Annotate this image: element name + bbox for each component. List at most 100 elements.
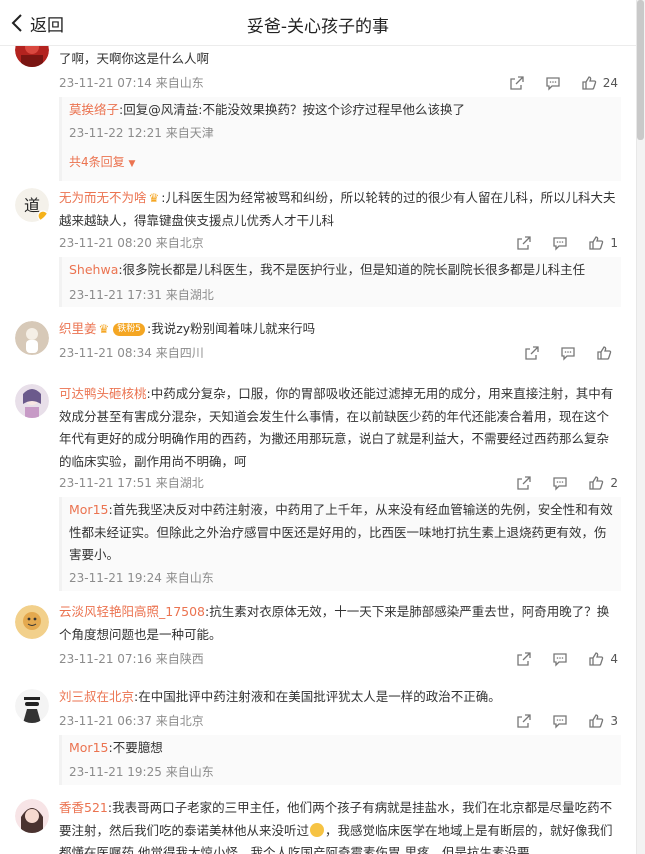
comment-time: 23-11-21 07:16 xyxy=(59,652,152,666)
comment-meta: 23-11-21 07:16 来自陕西 xyxy=(59,651,204,667)
avatar[interactable] xyxy=(15,384,49,418)
reply-meta: 23-11-22 12:21 来自天津 xyxy=(69,125,214,141)
like-count: 4 xyxy=(610,652,618,666)
thumbs-up-icon xyxy=(582,76,596,90)
reply-meta: 23-11-21 19:25 来自山东 xyxy=(69,764,214,780)
reply-location: 来自湖北 xyxy=(165,288,214,302)
comment-meta: 23-11-21 08:20 来自北京 xyxy=(59,235,204,251)
comment-text: 无为而无不为啥 ♛:儿科医生因为经常被骂和纠纷，所以轮转的过的很少有人留在儿科，所… xyxy=(59,187,619,232)
comment-icon xyxy=(553,237,568,251)
comment-actions: 1 xyxy=(496,234,618,252)
thumbs-up-icon xyxy=(589,714,604,728)
reply-body: :很多院长都是儿科医生，我不是医护行业，但是知道的院长副院长很多都是儿科主任 xyxy=(118,262,586,277)
thumbs-up-icon xyxy=(597,346,612,360)
comment-actions: 2 xyxy=(496,474,618,492)
reply-time: 23-11-21 19:25 xyxy=(69,765,162,779)
avatar[interactable]: 道 xyxy=(15,188,49,222)
share-button[interactable] xyxy=(524,345,540,361)
avatar[interactable] xyxy=(15,605,49,639)
comment-actions xyxy=(504,344,618,362)
like-button[interactable]: 1 xyxy=(588,235,618,251)
reply-author[interactable]: Shehwa xyxy=(69,262,118,277)
reply-author[interactable]: Mor15 xyxy=(69,740,108,755)
more-replies-link[interactable]: 共4条回复 ▼ xyxy=(69,153,135,170)
comment-location: 来自湖北 xyxy=(155,476,204,490)
comment-author[interactable]: 云淡风轻艳阳高照_17508 xyxy=(59,604,205,619)
like-count: 3 xyxy=(610,714,618,728)
reply-location: 来自山东 xyxy=(165,571,214,585)
share-button[interactable] xyxy=(516,651,532,667)
comment-body: :在中国批评中药注射液和在美国批评犹太人是一样的政治不正确。 xyxy=(134,689,501,704)
reply-button[interactable] xyxy=(545,75,561,91)
reply-button[interactable] xyxy=(552,475,568,491)
emoji-icon xyxy=(310,822,325,837)
reply-body: :不要臆想 xyxy=(108,740,163,755)
comment-location: 来自山东 xyxy=(155,76,204,90)
like-button[interactable]: 4 xyxy=(588,651,618,667)
reply-meta: 23-11-21 19:24 来自山东 xyxy=(69,570,214,586)
share-button[interactable] xyxy=(516,475,532,491)
comment-body: 了啊，天啊你这是什么人啊 xyxy=(59,51,210,66)
like-button[interactable]: 24 xyxy=(581,75,618,91)
scrollbar-thumb[interactable] xyxy=(637,0,644,140)
share-button[interactable] xyxy=(509,75,525,91)
fan-badge: 铁粉5 xyxy=(113,323,146,336)
comment-time: 23-11-21 17:51 xyxy=(59,476,152,490)
reply-text: 莫挨络子:回复@风清益:不能没效果换药？按这个诊疗过程早他么该换了 xyxy=(69,99,615,122)
reply-body: :首先我坚决反对中药注射液，中药用了上千年，从来没有经血管输送的先例，安全性和有… xyxy=(69,502,613,562)
comment-location: 来自四川 xyxy=(155,346,204,360)
like-button[interactable]: 2 xyxy=(588,475,618,491)
comment-author[interactable]: 无为而无不为啥 xyxy=(59,190,147,205)
share-icon xyxy=(525,346,539,360)
reply-time: 23-11-21 19:24 xyxy=(69,571,162,585)
avatar[interactable] xyxy=(15,799,49,833)
share-icon xyxy=(517,714,532,728)
scrollbar[interactable] xyxy=(636,0,645,854)
thumbs-up-icon xyxy=(589,236,604,250)
comment-text: 刘三叔在北京:在中国批评中药注射液和在美国批评犹太人是一样的政治不正确。 xyxy=(59,686,619,709)
comment-author[interactable]: 刘三叔在北京 xyxy=(59,689,134,704)
thumbs-up-icon xyxy=(589,652,604,666)
thumbs-up-icon xyxy=(589,476,604,490)
reply-time: 23-11-21 17:31 xyxy=(69,288,162,302)
comment-icon xyxy=(561,347,575,361)
reply-button[interactable] xyxy=(560,345,576,361)
reply-text: Mor15:首先我坚决反对中药注射液，中药用了上千年，从来没有经血管输送的先例，… xyxy=(69,499,615,567)
avatar[interactable] xyxy=(15,689,49,723)
reply-button[interactable] xyxy=(552,235,568,251)
comment-meta: 23-11-21 08:34 来自四川 xyxy=(59,345,204,361)
comment-time: 23-11-21 06:37 xyxy=(59,714,152,728)
comment-author[interactable]: 香香521 xyxy=(59,800,108,815)
share-icon xyxy=(510,76,524,90)
comment-location: 来自陕西 xyxy=(155,652,204,666)
reply-button[interactable] xyxy=(552,713,568,729)
comment-actions: 24 xyxy=(489,74,618,92)
reply-location: 来自山东 xyxy=(165,765,214,779)
share-button[interactable] xyxy=(516,713,532,729)
reply-author[interactable]: 莫挨络子 xyxy=(69,102,119,117)
reply-author[interactable]: Mor15 xyxy=(69,502,108,517)
comment-text: 了啊，天啊你这是什么人啊 xyxy=(59,48,619,71)
comment-meta: 23-11-21 06:37 来自北京 xyxy=(59,713,204,729)
comment-author[interactable]: 可达鸭头砸核桃 xyxy=(59,386,147,401)
share-icon xyxy=(517,652,532,666)
share-button[interactable] xyxy=(516,235,532,251)
reply-button[interactable] xyxy=(552,651,568,667)
comment-author[interactable]: 织里姜 xyxy=(59,321,97,336)
comment-location: 来自北京 xyxy=(155,236,204,250)
svg-text:道: 道 xyxy=(24,196,40,215)
comment-time: 23-11-21 08:20 xyxy=(59,236,152,250)
like-button[interactable]: 3 xyxy=(588,713,618,729)
avatar[interactable] xyxy=(15,321,49,355)
comment-body: :我说zy粉别闻着味儿就来行吗 xyxy=(147,321,316,336)
page-title: 妥爸-关心孩子的事 xyxy=(246,17,390,37)
comment-time: 23-11-21 08:34 xyxy=(59,346,152,360)
like-count: 24 xyxy=(602,76,618,90)
comment-icon xyxy=(553,477,568,491)
crown-icon: ♛ xyxy=(148,191,160,205)
comment-text: 可达鸭头砸核桃:中药成分复杂，口服，你的胃部吸收还能过滤掉无用的成分，用来直接注… xyxy=(59,383,619,473)
more-replies-label: 共4条回复 xyxy=(69,155,125,169)
reply-body: :回复@风清益:不能没效果换药？按这个诊疗过程早他么该换了 xyxy=(119,102,465,117)
like-button[interactable] xyxy=(596,345,618,361)
comment-icon xyxy=(553,653,568,667)
